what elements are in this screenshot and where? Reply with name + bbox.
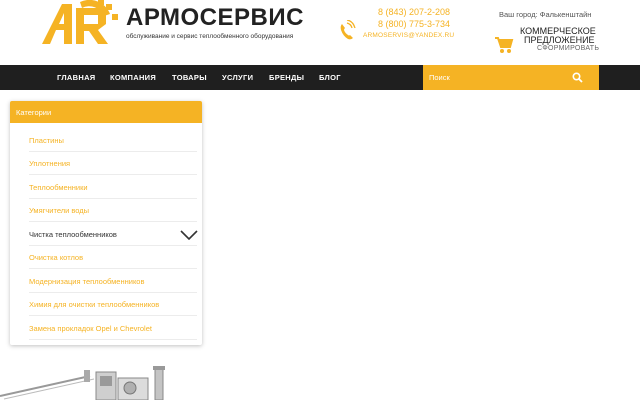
category-label: Уплотнения: [29, 159, 71, 168]
city-selector[interactable]: Ваш город: Фалькенштайн: [499, 10, 591, 19]
category-item-active[interactable]: Чистка теплообменников: [29, 223, 197, 246]
category-label: Очистка котлов: [29, 253, 84, 262]
commercial-offer-button[interactable]: СФОРМИРОВАТЬ: [537, 45, 599, 52]
brand-tagline: обслуживание и сервис теплообменного обо…: [126, 33, 294, 40]
cart-icon[interactable]: [494, 36, 514, 54]
nav-item-brands[interactable]: БРЕНДЫ: [269, 65, 304, 90]
category-label: Пластины: [29, 136, 64, 145]
category-label: Замена прокладок Opel и Chevrolet: [29, 324, 152, 333]
site-header: АРМОСЕРВИС обслуживание и сервис теплооб…: [0, 0, 640, 65]
category-item[interactable]: Замена прокладок Opel и Chevrolet: [29, 317, 197, 340]
category-label: Умягчители воды: [29, 206, 90, 215]
category-label: Химия для очистки теплообменников: [29, 300, 160, 309]
phone-ringing-icon: [340, 20, 356, 40]
search-icon: [571, 72, 583, 83]
nav-item-blog[interactable]: БЛОГ: [319, 65, 341, 90]
category-label: Модернизация теплообменников: [29, 277, 145, 286]
category-item[interactable]: Умягчители воды: [29, 199, 197, 222]
phone-number-1[interactable]: 8 (843) 207-2-208: [378, 7, 450, 17]
category-item[interactable]: Уплотнения: [29, 152, 197, 175]
brand-name: АРМОСЕРВИС: [126, 4, 304, 31]
main-nav: ГЛАВНАЯ КОМПАНИЯ ТОВАРЫ УСЛУГИ БРЕНДЫ БЛ…: [0, 65, 640, 90]
product-image: [0, 366, 165, 400]
categories-header: Категории: [10, 101, 202, 123]
nav-item-home[interactable]: ГЛАВНАЯ: [57, 65, 95, 90]
category-item[interactable]: Очистка котлов: [29, 246, 197, 269]
commercial-offer-title-2[interactable]: ПРЕДЛОЖЕНИЕ: [524, 35, 595, 45]
email-link[interactable]: ARMOSERVIS@YANDEX.RU: [363, 32, 454, 39]
search-input[interactable]: [423, 65, 563, 90]
categories-title: Категории: [16, 108, 52, 117]
category-item[interactable]: Химия для очистки теплообменников: [29, 293, 197, 316]
category-item[interactable]: Теплообменники: [29, 176, 197, 199]
chevron-down-icon[interactable]: [180, 230, 198, 240]
nav-item-products[interactable]: ТОВАРЫ: [172, 65, 207, 90]
nav-item-services[interactable]: УСЛУГИ: [222, 65, 253, 90]
category-item[interactable]: Модернизация теплообменников: [29, 270, 197, 293]
category-label: Чистка теплообменников: [29, 230, 117, 239]
category-item[interactable]: Пластины: [29, 129, 197, 152]
ar-gear-logo-icon[interactable]: [40, 0, 122, 46]
nav-item-company[interactable]: КОМПАНИЯ: [110, 65, 156, 90]
categories-panel: Категории Пластины Уплотнения Теплообмен…: [10, 101, 202, 345]
category-label: Теплообменники: [29, 183, 88, 192]
phone-number-2[interactable]: 8 (800) 775-3-734: [378, 19, 450, 29]
search-button[interactable]: [566, 65, 588, 90]
